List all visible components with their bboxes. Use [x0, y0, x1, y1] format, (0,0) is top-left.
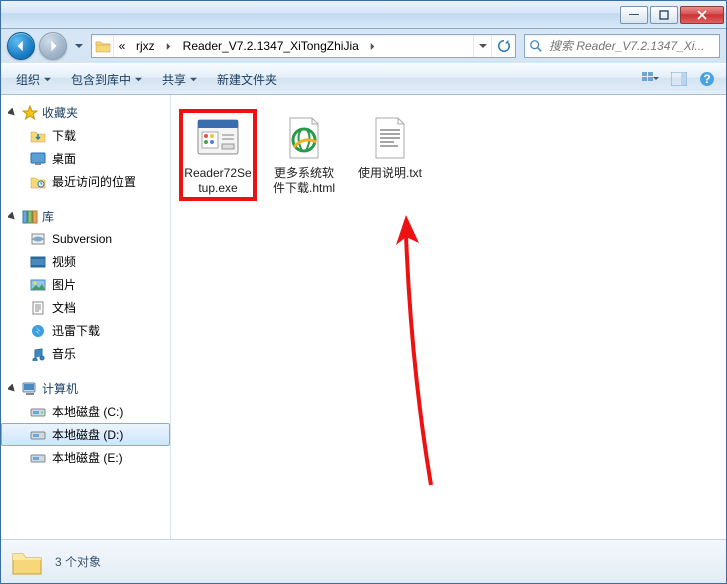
view-options-button[interactable] — [638, 67, 664, 91]
refresh-button[interactable] — [491, 35, 515, 57]
sidebar-item-label: 图片 — [52, 276, 76, 293]
sidebar-item-label: 本地磁盘 (D:) — [52, 426, 123, 443]
close-button[interactable] — [680, 6, 724, 24]
favorites-label: 收藏夹 — [42, 104, 78, 121]
favorites-icon — [22, 105, 38, 121]
sidebar-item-label: 本地磁盘 (C:) — [52, 403, 123, 420]
status-count: 3 个对象 — [55, 553, 101, 570]
videos-icon — [30, 254, 46, 270]
sidebar-item-drive-e[interactable]: 本地磁盘 (E:) — [1, 446, 170, 469]
sidebar-item-drive-d[interactable]: 本地磁盘 (D:) — [1, 423, 170, 446]
navigation-row: « rjxz Reader_V7.2.1347_XiTongZhiJia — [1, 29, 726, 63]
sidebar-item-label: 最近访问的位置 — [52, 173, 136, 190]
help-button[interactable]: ? — [694, 67, 720, 91]
status-bar: 3 个对象 — [1, 539, 726, 583]
search-icon — [525, 39, 547, 53]
breadcrumb-part2[interactable]: Reader_V7.2.1347_XiTongZhiJia — [177, 35, 365, 57]
file-item[interactable]: 更多系统软件下载.html — [265, 109, 343, 201]
titlebar: — — [1, 1, 726, 29]
subversion-icon — [30, 231, 46, 247]
breadcrumb-overflow[interactable]: « — [114, 35, 130, 57]
folder-icon — [92, 35, 114, 57]
sidebar-item-music[interactable]: 音乐 — [1, 342, 170, 365]
file-item[interactable]: 使用说明.txt — [351, 109, 429, 186]
libraries-icon — [22, 209, 38, 225]
sidebar-item-label: 本地磁盘 (E:) — [52, 449, 123, 466]
search-input[interactable] — [547, 36, 719, 56]
forward-button[interactable] — [39, 32, 67, 60]
maximize-button[interactable] — [650, 6, 678, 24]
drive-icon — [30, 404, 46, 420]
sidebar-item-label: 桌面 — [52, 150, 76, 167]
status-folder-icon — [11, 546, 43, 578]
navigation-pane: 收藏夹 下载 桌面 最近访问的位置 库 Subversi — [1, 95, 171, 539]
computer-icon — [22, 381, 38, 397]
breadcrumb-sep-icon[interactable] — [161, 35, 177, 57]
back-button[interactable] — [7, 32, 35, 60]
collapse-icon — [7, 211, 18, 222]
sidebar-item-label: Subversion — [52, 232, 112, 246]
drive-icon — [30, 450, 46, 466]
html-icon — [280, 114, 328, 162]
music-icon — [30, 346, 46, 362]
libraries-group[interactable]: 库 — [1, 205, 170, 228]
toolbar: 组织 包含到库中 共享 新建文件夹 ? — [1, 63, 726, 95]
collapse-icon — [7, 383, 18, 394]
libraries-label: 库 — [42, 208, 54, 225]
file-label: Reader72Setup.exe — [184, 166, 252, 196]
search-box[interactable] — [524, 34, 720, 58]
sidebar-item-downloads[interactable]: 下载 — [1, 124, 170, 147]
file-label: 使用说明.txt — [358, 166, 422, 181]
sidebar-item-documents[interactable]: 文档 — [1, 296, 170, 319]
documents-icon — [30, 300, 46, 316]
txt-icon — [366, 114, 414, 162]
address-bar[interactable]: « rjxz Reader_V7.2.1347_XiTongZhiJia — [91, 34, 516, 58]
sidebar-item-label: 迅雷下载 — [52, 322, 100, 339]
drive-icon — [30, 427, 46, 443]
sidebar-item-label: 视频 — [52, 253, 76, 270]
desktop-icon — [30, 151, 46, 167]
installer-icon — [194, 114, 242, 162]
annotation-arrow — [371, 205, 471, 505]
breadcrumb-sep2-icon[interactable] — [365, 35, 381, 57]
sidebar-item-xunlei[interactable]: 迅雷下载 — [1, 319, 170, 342]
overflow-chevron: « — [119, 39, 126, 53]
file-pane[interactable]: Reader72Setup.exe 更多系统软件下载.html — [171, 95, 726, 539]
sidebar-item-desktop[interactable]: 桌面 — [1, 147, 170, 170]
computer-label: 计算机 — [42, 380, 78, 397]
recent-icon — [30, 174, 46, 190]
body: 收藏夹 下载 桌面 最近访问的位置 库 Subversi — [1, 95, 726, 539]
sidebar-item-recent[interactable]: 最近访问的位置 — [1, 170, 170, 193]
computer-group[interactable]: 计算机 — [1, 377, 170, 400]
file-item[interactable]: Reader72Setup.exe — [179, 109, 257, 201]
downloads-icon — [30, 128, 46, 144]
sidebar-item-subversion[interactable]: Subversion — [1, 228, 170, 250]
xunlei-icon — [30, 323, 46, 339]
new-folder-button[interactable]: 新建文件夹 — [208, 67, 286, 91]
address-dropdown[interactable] — [473, 35, 491, 57]
sidebar-item-pictures[interactable]: 图片 — [1, 273, 170, 296]
file-label: 更多系统软件下载.html — [270, 166, 338, 196]
pictures-icon — [30, 277, 46, 293]
svg-text:?: ? — [703, 72, 710, 86]
sidebar-item-label: 音乐 — [52, 345, 76, 362]
favorites-group[interactable]: 收藏夹 — [1, 101, 170, 124]
include-in-library-button[interactable]: 包含到库中 — [62, 67, 151, 91]
share-button[interactable]: 共享 — [153, 67, 206, 91]
sidebar-item-label: 文档 — [52, 299, 76, 316]
nav-history-dropdown[interactable] — [71, 36, 87, 56]
minimize-button[interactable]: — — [620, 6, 648, 24]
explorer-window: — « rjxz Reader_V7.2.1347_XiTongZhiJia — [0, 0, 727, 584]
collapse-icon — [7, 107, 18, 118]
sidebar-item-videos[interactable]: 视频 — [1, 250, 170, 273]
sidebar-item-drive-c[interactable]: 本地磁盘 (C:) — [1, 400, 170, 423]
preview-pane-button[interactable] — [666, 67, 692, 91]
organize-button[interactable]: 组织 — [7, 67, 60, 91]
sidebar-item-label: 下载 — [52, 127, 76, 144]
breadcrumb-part1[interactable]: rjxz — [130, 35, 161, 57]
